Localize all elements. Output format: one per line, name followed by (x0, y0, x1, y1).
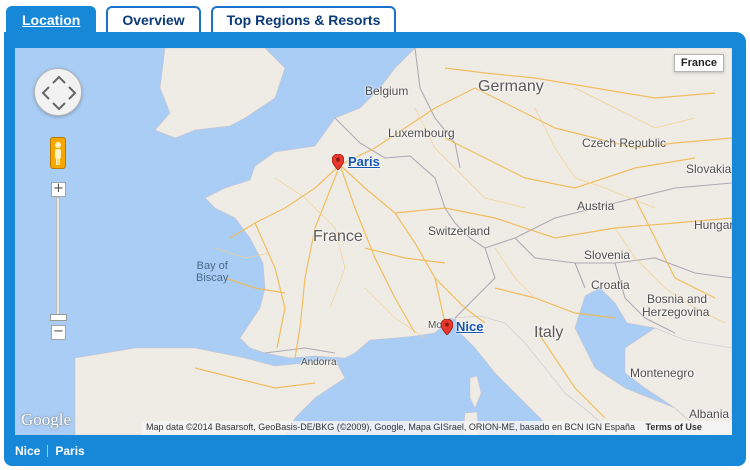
tab-location[interactable]: Location (6, 6, 97, 32)
label-slovakia: Slovakia (686, 162, 732, 176)
location-links: Nice Paris (15, 444, 85, 458)
map-type-button[interactable]: France (673, 54, 724, 72)
attribution-text: Map data ©2014 Basarsoft, GeoBasis-DE/BK… (146, 422, 635, 432)
terms-of-use-link[interactable]: Terms of Use (646, 422, 702, 432)
map-base-layer (15, 48, 732, 435)
tab-bar: Location Overview Top Regions & Resorts (6, 6, 397, 32)
pan-arrows-icon[interactable] (35, 69, 83, 117)
label-croatia: Croatia (591, 278, 630, 292)
label-france: France (313, 228, 363, 245)
label-belgium: Belgium (365, 84, 409, 98)
label-luxembourg: Luxembourg (388, 126, 455, 140)
label-albania: Albania (689, 407, 730, 421)
label-austria: Austria (577, 199, 615, 213)
label-andorra: Andorra (301, 357, 337, 368)
label-bay-of-biscay: Bay of Biscay (196, 260, 229, 284)
label-switzerland: Switzerland (428, 224, 491, 238)
label-germany: Germany (478, 78, 544, 95)
paris-link[interactable]: Paris (55, 444, 84, 458)
tab-top-regions-resorts[interactable]: Top Regions & Resorts (210, 6, 397, 32)
tab-overview[interactable]: Overview (106, 6, 201, 32)
link-divider (47, 445, 49, 457)
zoom-in-button[interactable]: + (51, 182, 66, 197)
map-attribution: Map data ©2014 Basarsoft, GeoBasis-DE/BK… (142, 421, 732, 435)
nice-marker-icon[interactable] (441, 319, 453, 335)
zoom-slider-handle[interactable] (50, 314, 67, 321)
nice-link[interactable]: Nice (15, 444, 40, 458)
paris-map-link[interactable]: Paris (348, 154, 380, 169)
label-hungary: Hungar (694, 218, 732, 232)
google-logo[interactable]: Google (21, 410, 71, 430)
label-monaco-partial: Mo (428, 320, 442, 331)
label-italy: Italy (534, 324, 564, 341)
pan-control[interactable] (34, 68, 82, 116)
nice-map-link[interactable]: Nice (456, 319, 483, 334)
label-czech-republic: Czech Republic (582, 136, 667, 150)
label-herzegovina: Herzegovina (642, 305, 710, 319)
paris-marker-icon[interactable] (332, 154, 344, 170)
zoom-out-button[interactable]: − (51, 325, 66, 340)
zoom-slider-track[interactable] (56, 197, 60, 317)
street-view-pegman-icon[interactable] (50, 137, 66, 169)
label-bosnia: Bosnia and (647, 292, 708, 306)
map-view[interactable]: France Germany Italy Belgium Luxembourg … (15, 48, 732, 435)
label-montenegro: Montenegro (630, 366, 695, 380)
label-slovenia: Slovenia (584, 248, 631, 262)
